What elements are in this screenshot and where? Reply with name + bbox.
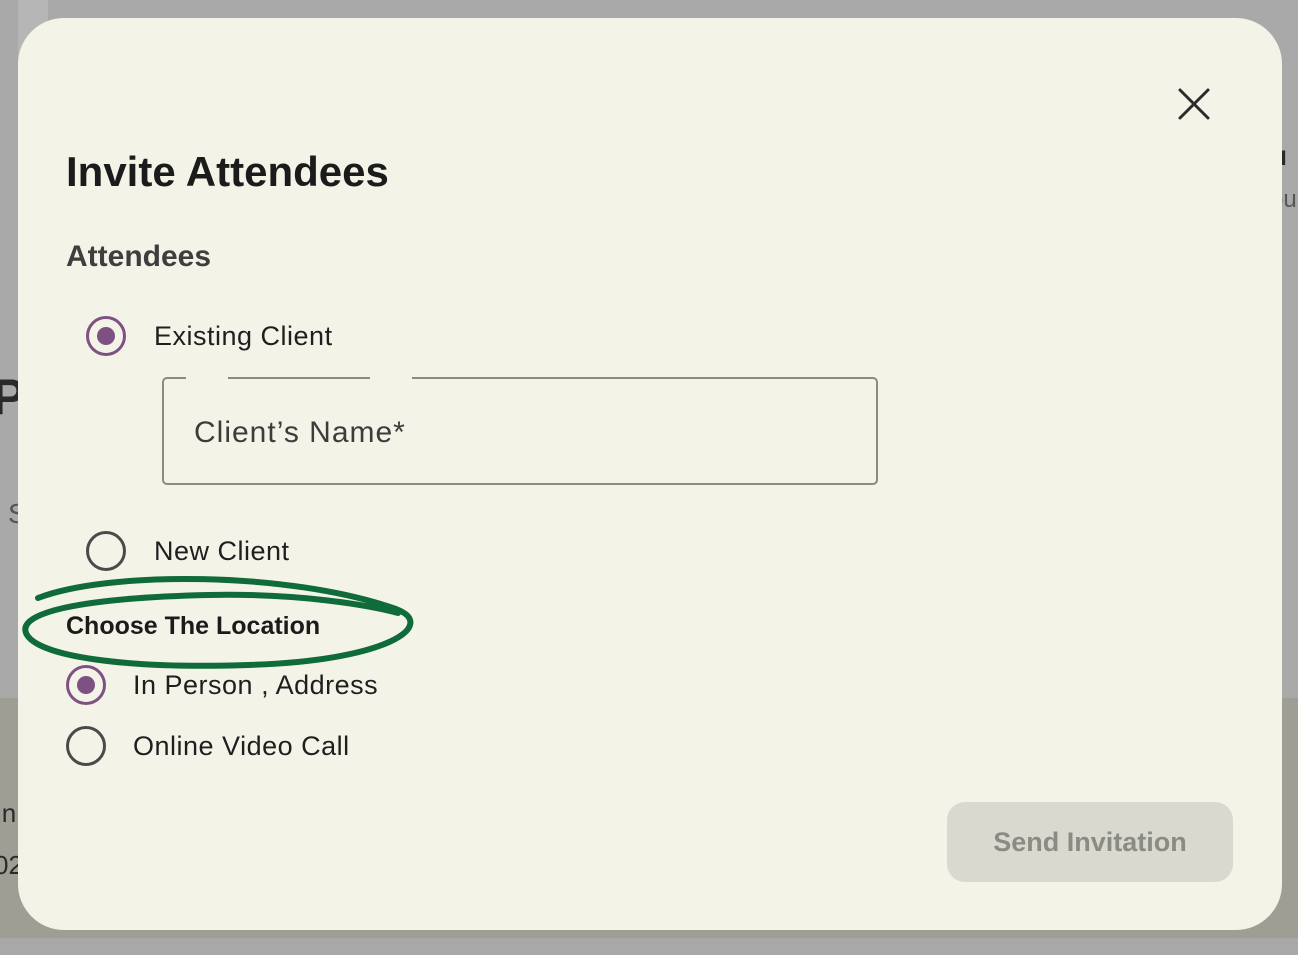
client-name-input[interactable]: Client’s Name* [162, 377, 878, 485]
radio-selected-dot [97, 327, 115, 345]
client-name-placeholder: Client’s Name* [194, 416, 406, 449]
in-person-option[interactable]: In Person , Address [66, 665, 378, 705]
radio-selected-dot [77, 676, 95, 694]
online-video-radio[interactable] [66, 726, 106, 766]
location-label: Choose The Location [66, 612, 321, 640]
online-video-option[interactable]: Online Video Call [66, 726, 350, 766]
backdrop-footer [0, 938, 1298, 955]
in-person-radio[interactable] [66, 665, 106, 705]
dialog-title: Invite Attendees [66, 148, 389, 195]
input-outline-gap [370, 377, 412, 379]
existing-client-option[interactable]: Existing Client [86, 316, 333, 356]
invite-attendees-dialog: Invite Attendees Attendees Existing Clie… [18, 18, 1282, 930]
new-client-radio[interactable] [86, 531, 126, 571]
send-invitation-button[interactable]: Send Invitation [947, 802, 1233, 882]
in-person-label: In Person , Address [133, 669, 379, 700]
input-outline-gap [186, 377, 228, 379]
close-button[interactable] [1176, 86, 1212, 122]
new-client-label: New Client [154, 535, 290, 566]
attendees-label: Attendees [66, 240, 212, 273]
new-client-option[interactable]: New Client [86, 531, 290, 571]
existing-client-label: Existing Client [154, 320, 333, 351]
online-video-label: Online Video Call [133, 730, 350, 761]
close-icon [1178, 88, 1210, 120]
existing-client-radio[interactable] [86, 316, 126, 356]
background-bottom-fragment: in [0, 798, 17, 828]
